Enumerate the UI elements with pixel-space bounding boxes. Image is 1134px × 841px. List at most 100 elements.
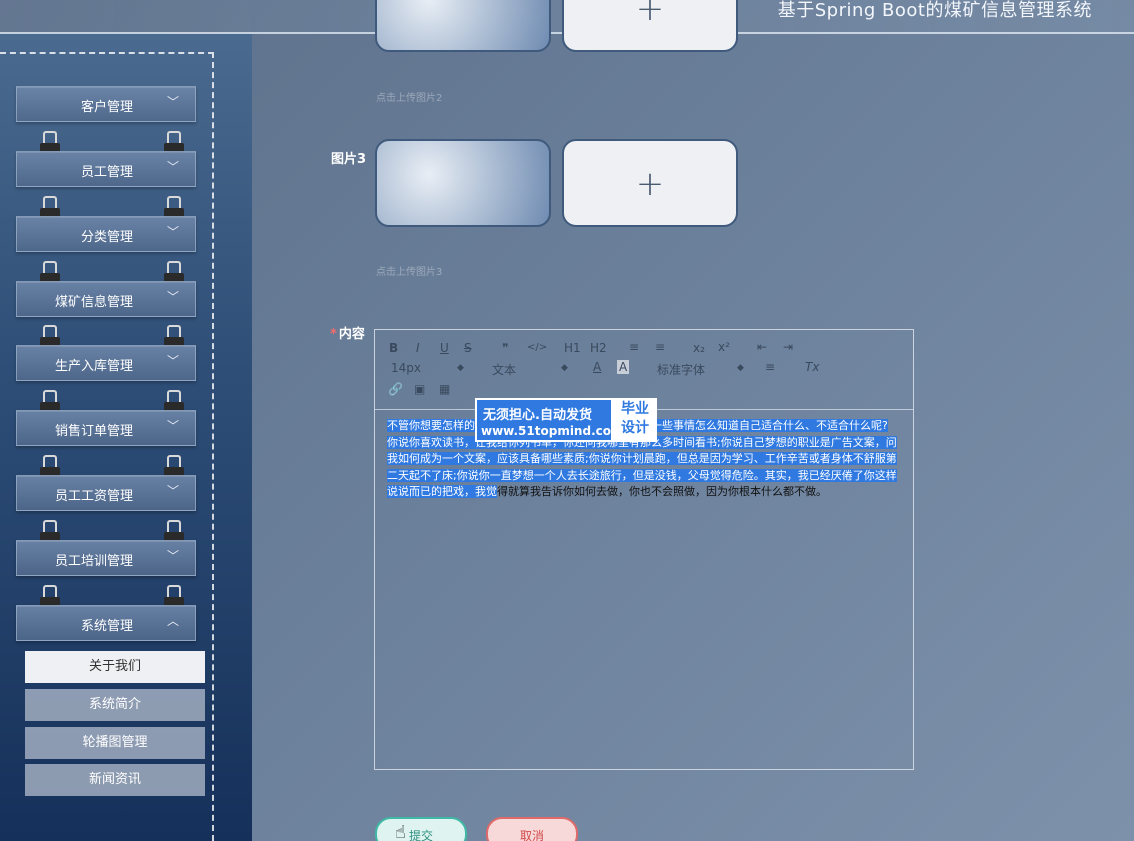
image-icon[interactable]: ▣ [414,382,425,396]
sidebar-item-label: 员工管理 [80,165,133,180]
sidebar-item-label: 销售订单管理 [54,424,133,439]
plus-icon: + [635,164,665,204]
required-asterisk: * [330,327,337,342]
chevron-up-icon: ︿ [166,614,179,628]
binder-clip-icon [40,585,60,607]
video-icon[interactable]: ▦ [439,382,450,396]
sidebar-item-production-stock[interactable]: 生产入库管理 ﹀ [16,345,196,381]
link-icon[interactable]: 🔗 [388,382,403,396]
sidebar-subitem-carousel[interactable]: 轮播图管理 [25,727,205,759]
sidebar-subitem-about-us[interactable]: 关于我们 [25,651,205,683]
chevron-updown-icon: ◆ [457,363,464,373]
image2-upload-hint: 点击上传图片2 [376,93,443,104]
image3-thumbnail[interactable] [375,139,551,227]
subscript-icon[interactable]: x₂ [693,341,705,355]
sidebar-item-label: 分类管理 [80,230,133,245]
sidebar-item-category[interactable]: 分类管理 ﹀ [16,216,196,252]
hand-cursor-icon: ☝ [395,822,406,841]
chevron-updown-icon: ◆ [737,363,744,373]
binder-clip-icon [164,585,184,607]
image3-upload-hint: 点击上传图片3 [376,267,443,278]
underline-icon[interactable]: U [440,341,449,355]
sidebar-item-coal-info[interactable]: 煤矿信息管理 ﹀ [16,281,196,317]
sidebar-item-customer[interactable]: 客户管理 ﹀ [16,86,196,122]
italic-icon[interactable]: I [416,341,420,355]
sidebar-item-label: 客户管理 [80,100,133,115]
sidebar-item-label: 员工培训管理 [54,554,133,569]
chevron-down-icon: ﹀ [166,95,179,109]
text-style-value: 文本 [492,363,517,377]
sidebar-item-label: 生产入库管理 [54,359,133,374]
binder-clip-icon [164,131,184,153]
align-icon[interactable]: ≡ [765,360,775,374]
header2-icon[interactable]: H2 [590,341,607,355]
chevron-down-icon: ﹀ [166,484,179,498]
sidebar-item-sales-orders[interactable]: 销售订单管理 ﹀ [16,410,196,446]
cancel-button[interactable]: 取消 [486,817,578,841]
header1-icon[interactable]: H1 [564,341,581,355]
unselected-text: 得就算我告诉你如何去做，你也不会照做，因为你根本什么都不做。 [497,485,827,498]
font-size-select[interactable]: 14px ◆ [391,361,467,377]
strikethrough-icon[interactable]: S [464,341,472,355]
sidebar: 客户管理 ﹀ 员工管理 ﹀ 分类管理 ﹀ 煤矿信息管理 ﹀ 生产入库管理 ﹀ 销… [0,34,252,841]
font-family-select[interactable]: 标准字体 ◆ [657,361,745,377]
binder-clip-icon [40,196,60,218]
clear-format-icon[interactable]: Tx [805,360,819,374]
blockquote-icon[interactable]: ❞ [502,341,508,355]
bold-icon[interactable]: B [389,341,398,355]
indent-icon[interactable]: ⇥ [783,340,793,354]
binder-clip-icon [164,390,184,412]
binder-clip-icon [164,261,184,283]
watermark-right: 毕业设计 [621,401,649,436]
ordered-list-icon[interactable]: ≡ [629,340,639,354]
binder-clip-icon [164,455,184,477]
sidebar-item-label: 员工工资管理 [54,489,133,504]
text-style-select[interactable]: 文本 ◆ [492,361,568,377]
chevron-down-icon: ﹀ [166,225,179,239]
sidebar-item-staff[interactable]: 员工管理 ﹀ [16,151,196,187]
font-color-icon[interactable]: A [593,360,601,374]
binder-clip-icon [40,131,60,153]
binder-clip-icon [40,455,60,477]
app-title: 基于Spring Boot的煤矿信息管理系统 [777,0,1092,21]
plus-icon: + [635,0,665,29]
chevron-down-icon: ﹀ [166,419,179,433]
image2-add-button[interactable]: + [562,0,738,52]
rich-text-editor[interactable]: B I U S ❞ </> H1 H2 ≡ ≡ x₂ x² ⇤ ⇥ 14px ◆… [374,329,914,770]
bullet-list-icon[interactable]: ≡ [655,340,665,354]
binder-clip-icon [164,520,184,542]
font-size-value: 14px [391,361,421,375]
font-family-value: 标准字体 [657,363,706,377]
chevron-down-icon: ﹀ [166,549,179,563]
watermark-line1: 无须担心.自动发货 [483,408,592,423]
image2-thumbnail[interactable] [375,0,551,52]
code-block-icon[interactable]: </> [527,342,547,353]
sidebar-item-salary[interactable]: 员工工资管理 ﹀ [16,475,196,511]
binder-clip-icon [164,196,184,218]
chevron-down-icon: ﹀ [166,290,179,304]
sidebar-item-label: 煤矿信息管理 [54,295,133,310]
submit-button[interactable]: 提交 [375,817,467,841]
sidebar-subitem-news[interactable]: 新闻资讯 [25,764,205,796]
chevron-down-icon: ﹀ [166,354,179,368]
sidebar-item-label: 系统管理 [80,619,133,634]
chevron-updown-icon: ◆ [561,363,568,373]
binder-clip-icon [40,390,60,412]
background-color-icon[interactable]: A [617,360,630,374]
image3-label: 图片3 [331,152,367,167]
binder-clip-icon [40,520,60,542]
binder-clip-icon [40,325,60,347]
binder-clip-icon [40,261,60,283]
watermark-left: 无须担心.自动发货 www.51topmind.com [477,400,624,440]
image3-add-button[interactable]: + [562,139,738,227]
outdent-icon[interactable]: ⇤ [757,340,767,354]
sidebar-item-system[interactable]: 系统管理 ︿ [16,605,196,641]
watermark-badge: 无须担心.自动发货 www.51topmind.com 毕业设计 [475,398,657,442]
watermark-line2: www.51topmind.com [481,424,624,438]
binder-clip-icon [164,325,184,347]
sidebar-subitem-system-intro[interactable]: 系统简介 [25,689,205,721]
chevron-down-icon: ﹀ [166,160,179,174]
content-label: * 内容 [330,323,365,342]
superscript-icon[interactable]: x² [718,340,730,354]
sidebar-item-training[interactable]: 员工培训管理 ﹀ [16,540,196,576]
